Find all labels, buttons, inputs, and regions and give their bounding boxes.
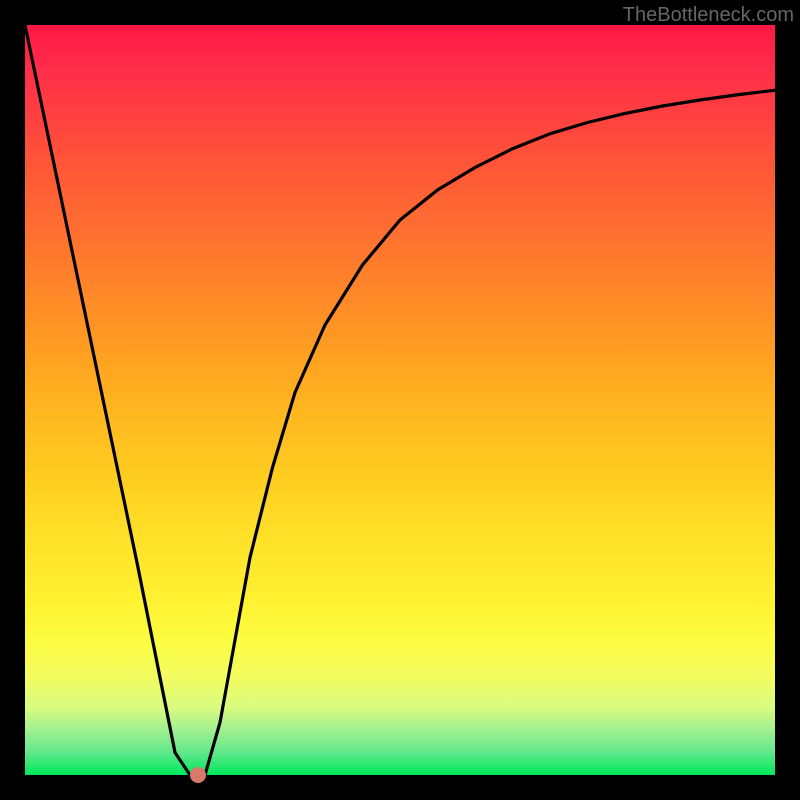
curve-minimum-marker bbox=[190, 767, 206, 783]
bottleneck-curve bbox=[25, 25, 775, 775]
chart-container: TheBottleneck.com bbox=[0, 0, 800, 800]
watermark-label: TheBottleneck.com bbox=[623, 4, 794, 27]
